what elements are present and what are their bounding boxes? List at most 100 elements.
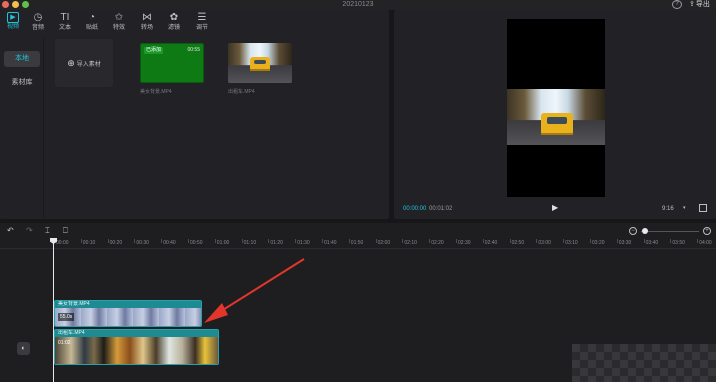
zoom-in-icon[interactable]: +: [703, 227, 711, 235]
annotation-arrow: [204, 258, 305, 323]
ruler-tick: [134, 239, 136, 243]
clip-duration: 55.0s: [58, 313, 75, 321]
media-toolbar: ▶ 视频 ◷ 音频 TI 文本 ◔ 贴纸 ✩ 特效 ⋈ 转场 ✿ 滤镜 ☰ 调节: [0, 10, 389, 36]
tab-audio[interactable]: ◷ 音频: [27, 12, 49, 34]
ruler-tick-label: 01:00: [216, 240, 230, 246]
tab-transition[interactable]: ⋈ 转场: [136, 12, 158, 34]
clip-duration: 01:02: [58, 340, 71, 346]
tab-video[interactable]: ▶ 视频: [2, 12, 24, 34]
total-time: 00:01:02: [429, 206, 453, 212]
play-button[interactable]: ▶: [552, 203, 558, 213]
import-label: 导入素材: [76, 62, 101, 68]
plus-icon: ⊕: [67, 58, 75, 68]
clip-green-background[interactable]: 美女背景.MP4 55.0s: [54, 300, 202, 327]
text-icon: TI: [60, 12, 70, 23]
arrow-shaft: [217, 258, 305, 314]
undo-icon[interactable]: ↶: [7, 226, 14, 236]
ruler-tick: [670, 239, 672, 243]
ruler-tick: [643, 239, 645, 243]
ruler-tick-label: 01:10: [243, 240, 257, 246]
media-item-taxi[interactable]: 出租车.MP4: [228, 43, 294, 103]
tab-audio-label: 音频: [31, 25, 44, 31]
tab-transition-label: 转场: [140, 25, 153, 31]
export-button[interactable]: ⇪导出: [689, 0, 710, 9]
clip-filmstrip: 55.0s: [55, 308, 201, 326]
ruler-tick-label: 00:40: [163, 240, 176, 246]
media-panel: ▶ 视频 ◷ 音频 TI 文本 ◔ 贴纸 ✩ 特效 ⋈ 转场 ✿ 滤镜 ☰ 调节: [0, 10, 389, 219]
ruler-tick-label: 01:50: [350, 240, 364, 246]
zoom-out-icon[interactable]: −: [629, 227, 637, 235]
export-label: 导出: [695, 1, 710, 8]
feedback-icon[interactable]: ?: [672, 0, 682, 9]
media-thumbnail: [228, 43, 292, 83]
arrow-head: [204, 303, 228, 323]
ruler-tick: [616, 239, 618, 243]
media-item-green[interactable]: 已添加 00:55 美女背景.MP4: [140, 43, 206, 103]
clip-title: 美女背景.MP4: [55, 301, 201, 308]
ruler-tick: [590, 239, 591, 243]
delete-icon[interactable]: ⎕: [63, 226, 68, 236]
media-thumbnail: 已添加 00:55: [140, 43, 204, 83]
time-ruler[interactable]: 00:00 00:10 00:20 00:30 00:40 00:50 01:00 01:10…: [0, 239, 716, 249]
ruler-tick-label: 02:20: [431, 240, 444, 246]
ruler-tick-label: 00:30: [136, 240, 149, 246]
current-time: 00:00:00: [403, 206, 427, 212]
ruler-tick-label: 03:00: [538, 240, 551, 246]
tab-sticker[interactable]: ◔ 贴纸: [81, 12, 103, 34]
ruler-tick: [375, 239, 377, 243]
sidebar-item-local[interactable]: 本地: [4, 51, 40, 67]
audio-icon: ◷: [33, 12, 43, 23]
tab-adjust[interactable]: ☰ 调节: [191, 12, 213, 34]
adjust-icon: ☰: [197, 12, 207, 23]
track-cover-icon[interactable]: ◐: [17, 342, 30, 355]
tab-filter[interactable]: ✿ 滤镜: [163, 12, 185, 34]
ruler-tick-label: 01:30: [297, 240, 310, 246]
tab-effects[interactable]: ✩ 特效: [108, 12, 130, 34]
ruler-tick-label: 02:50: [511, 240, 525, 246]
export-icon: ⇪: [689, 1, 695, 8]
media-duration: 00:55: [187, 47, 200, 53]
tab-video-label: 视频: [6, 24, 19, 30]
aspect-ratio[interactable]: 9:16: [662, 206, 674, 212]
media-filename: 美女背景.MP4: [140, 89, 172, 95]
ruler-tick: [214, 239, 216, 243]
ruler-tick-label: 00:20: [109, 240, 123, 246]
ruler-tick-label: 02:30: [458, 240, 471, 246]
ruler-tick: [429, 239, 431, 243]
tab-text[interactable]: TI 文本: [54, 12, 76, 34]
ruler-tick: [697, 239, 699, 243]
ruler-tick: [80, 239, 82, 243]
media-side-nav: 本地 素材库: [0, 38, 44, 219]
fullscreen-icon[interactable]: [699, 204, 707, 212]
clip-filmstrip: 01:02: [55, 337, 218, 364]
tab-filter-label: 滤镜: [167, 25, 180, 31]
ruler-tick: [268, 239, 270, 243]
tab-text-label: 文本: [58, 25, 71, 31]
ruler-tick-label: 00:10: [82, 240, 96, 246]
redo-icon[interactable]: ↷: [26, 226, 33, 236]
ruler-tick-label: 00:50: [190, 240, 203, 246]
taxi-image: [250, 57, 270, 71]
clip-taxi[interactable]: 出租车.MP4 01:02: [54, 329, 219, 365]
chevron-down-icon[interactable]: ▾: [683, 205, 686, 211]
watermark-mosaic: [572, 344, 716, 382]
ruler-tick-label: 03:50: [672, 240, 685, 246]
sidebar-item-library[interactable]: 素材库: [4, 75, 40, 91]
ruler-tick-label: 01:40: [324, 240, 337, 246]
ruler-tick-label: 02:00: [377, 240, 391, 246]
ruler-tick: [456, 239, 457, 243]
tab-effects-label: 特效: [112, 25, 125, 31]
ruler-tick-label: 03:10: [565, 240, 578, 246]
ruler-tick-label: 03:40: [645, 240, 659, 246]
zoom-slider-handle[interactable]: [642, 228, 648, 234]
ruler-tick-label: 02:10: [404, 240, 417, 246]
import-media-button[interactable]: ⊕ 导入素材: [55, 39, 113, 87]
zoom-slider[interactable]: [641, 231, 699, 232]
ruler-tick: [536, 239, 538, 243]
playhead[interactable]: [53, 240, 54, 382]
ruler-tick: [107, 239, 109, 243]
window-title: 20210123: [342, 1, 374, 8]
sticker-icon: ◔: [88, 12, 96, 23]
preview-frame: [507, 89, 605, 145]
split-icon[interactable]: ⌶: [45, 226, 50, 236]
